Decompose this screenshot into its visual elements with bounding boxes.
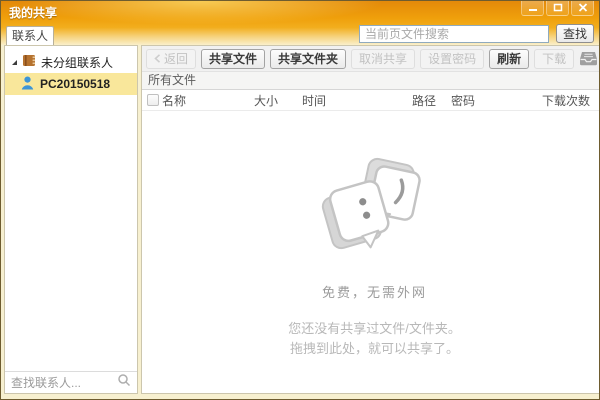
minimize-icon <box>528 0 538 17</box>
search-icon <box>117 373 131 392</box>
breadcrumb: 所有文件 <box>142 72 600 90</box>
empty-hint: 您还没有共享过文件/文件夹。 拖拽到此处，就可以共享了。 <box>288 319 461 359</box>
minimize-button[interactable] <box>521 1 544 16</box>
window-title: 我的共享 <box>9 4 57 21</box>
empty-hint-line2: 拖拽到此处，就可以共享了。 <box>288 339 461 359</box>
cancel-share-button[interactable]: 取消共享 <box>351 49 415 69</box>
toolbar: 返回 共享文件 共享文件夹 取消共享 设置密码 刷新 下载 <box>142 46 600 72</box>
download-button[interactable]: 下载 <box>534 49 574 69</box>
column-path: 路径 <box>412 92 451 109</box>
app-window: 我的共享 联系人 <box>0 0 600 400</box>
empty-drop-zone[interactable]: 免费，无需外网 您还没有共享过文件/文件夹。 拖拽到此处，就可以共享了。 <box>142 111 600 393</box>
column-downloads: 下载次数 <box>542 92 600 109</box>
expand-arrow-icon <box>12 60 17 65</box>
column-time: 时间 <box>302 92 412 109</box>
download-inbox-icon[interactable] <box>579 51 598 66</box>
titlebar: 我的共享 <box>1 1 599 23</box>
window-controls <box>521 1 594 16</box>
back-button-label: 返回 <box>164 50 188 67</box>
contacts-sidebar: 未分组联系人 PC20150518 <box>4 45 138 394</box>
mascot-speech-cubes-icon <box>312 157 438 276</box>
column-name: 名称 <box>162 92 254 109</box>
contacts-tree: 未分组联系人 PC20150518 <box>5 46 137 371</box>
column-password: 密码 <box>451 92 542 109</box>
close-button[interactable] <box>571 1 594 16</box>
tree-contact-selected[interactable]: PC20150518 <box>5 73 137 95</box>
book-icon <box>22 54 36 70</box>
file-search-bar: 查找 <box>359 24 594 43</box>
tree-contact-label: PC20150518 <box>40 77 110 91</box>
mascot-tagline: 免费，无需外网 <box>322 282 427 301</box>
tree-group-ungrouped[interactable]: 未分组联系人 <box>5 51 137 73</box>
refresh-button[interactable]: 刷新 <box>489 49 529 69</box>
share-file-button[interactable]: 共享文件 <box>201 49 265 69</box>
maximize-icon <box>553 0 563 17</box>
file-search-input[interactable] <box>359 25 549 43</box>
share-folder-button[interactable]: 共享文件夹 <box>270 49 346 69</box>
header-zone: 我的共享 联系人 <box>1 1 599 45</box>
select-all-checkbox[interactable] <box>147 94 159 106</box>
tab-contacts[interactable]: 联系人 <box>6 26 54 45</box>
close-icon <box>578 0 588 17</box>
set-password-button[interactable]: 设置密码 <box>420 49 484 69</box>
share-panel: 返回 共享文件 共享文件夹 取消共享 设置密码 刷新 下载 所有文件 <box>141 45 600 394</box>
person-icon <box>21 76 34 93</box>
contact-search-input[interactable] <box>11 376 117 390</box>
empty-hint-line1: 您还没有共享过文件/文件夹。 <box>288 319 461 339</box>
contact-search-bar <box>5 371 137 393</box>
chevron-left-icon <box>154 52 161 66</box>
select-all-cell <box>142 94 162 106</box>
table-header: 名称 大小 时间 路径 密码 下载次数 <box>142 90 600 111</box>
tree-group-label: 未分组联系人 <box>41 54 113 71</box>
find-button[interactable]: 查找 <box>556 24 594 43</box>
maximize-button[interactable] <box>546 1 569 16</box>
back-button[interactable]: 返回 <box>146 49 196 69</box>
window-body: 未分组联系人 PC20150518 <box>4 45 596 394</box>
column-size: 大小 <box>254 92 302 109</box>
